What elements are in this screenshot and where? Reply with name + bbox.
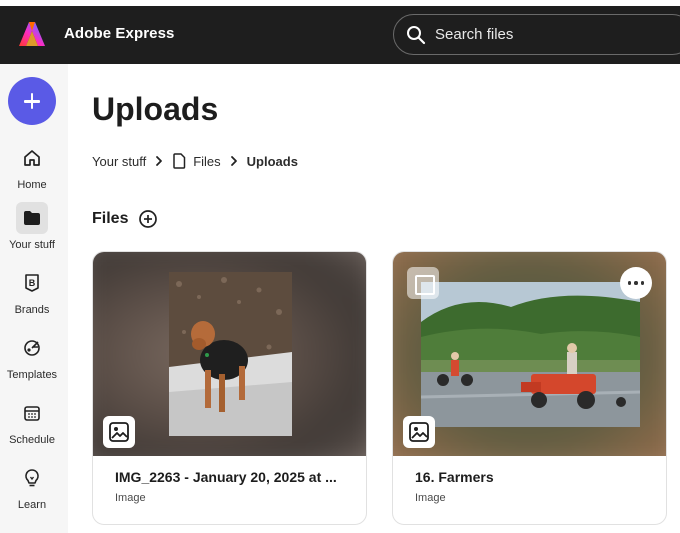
sidebar-item-label: Templates <box>6 369 58 381</box>
app-name: Adobe Express <box>64 25 175 42</box>
search-icon <box>407 26 426 45</box>
image-type-icon <box>403 416 435 448</box>
search-placeholder: Search files <box>435 26 514 43</box>
calendar-icon <box>16 397 48 429</box>
brand-icon: B <box>16 267 48 299</box>
sidebar-item-your-stuff[interactable]: Your stuff <box>0 202 64 251</box>
section-title-label: Files <box>92 210 129 227</box>
sidebar-item-home[interactable]: Home <box>0 142 64 191</box>
breadcrumb-item-your-stuff[interactable]: Your stuff <box>92 154 146 169</box>
select-checkbox[interactable] <box>407 267 439 299</box>
adobe-express-logo-icon[interactable] <box>18 21 46 47</box>
file-name: IMG_2263 - January 20, 2025 at ... <box>115 469 337 485</box>
sidebar-item-brands[interactable]: B Brands <box>0 267 64 316</box>
file-type: Image <box>415 492 446 504</box>
breadcrumb-item-files[interactable]: Files <box>193 154 220 169</box>
sidebar-item-label: Brands <box>14 304 50 316</box>
templates-icon <box>16 332 48 364</box>
svg-text:B: B <box>29 278 36 288</box>
more-options-icon[interactable] <box>620 267 652 299</box>
sidebar-item-label: Your stuff <box>9 239 55 251</box>
breadcrumb-item-uploads: Uploads <box>246 153 298 169</box>
dog-photo <box>169 272 292 436</box>
file-card[interactable]: IMG_2263 - January 20, 2025 at ... Image <box>92 251 367 525</box>
search-input[interactable]: Search files <box>393 14 680 55</box>
image-type-icon <box>103 416 135 448</box>
window-edge <box>0 0 680 6</box>
folder-icon <box>16 202 48 234</box>
sidebar-item-schedule[interactable]: Schedule <box>0 397 64 446</box>
file-type: Image <box>115 492 146 504</box>
sidebar-item-label: Learn <box>17 499 47 511</box>
page-title: Uploads <box>92 91 219 127</box>
chevron-right-icon <box>155 155 163 167</box>
breadcrumb: Your stuff Files Uploads <box>92 153 298 169</box>
home-icon <box>16 142 48 174</box>
document-icon <box>172 153 186 169</box>
file-name: 16. Farmers <box>415 469 494 485</box>
sidebar-item-templates[interactable]: Templates <box>0 332 64 381</box>
top-bar: Adobe Express Search files <box>0 0 680 64</box>
file-card[interactable]: 16. Farmers Image <box>392 251 667 525</box>
add-circle-icon[interactable] <box>138 209 158 229</box>
create-button[interactable] <box>8 77 56 125</box>
sidebar-item-label: Schedule <box>9 434 55 446</box>
section-title: Files <box>92 209 158 229</box>
sidebar-item-label: Home <box>17 179 47 191</box>
sidebar-item-learn[interactable]: Learn <box>0 462 64 511</box>
lightbulb-icon <box>16 462 48 494</box>
chevron-right-icon <box>230 155 238 167</box>
farmers-photo <box>421 282 640 427</box>
sidebar: Home Your stuff B Brands Templates Sched… <box>0 64 68 533</box>
